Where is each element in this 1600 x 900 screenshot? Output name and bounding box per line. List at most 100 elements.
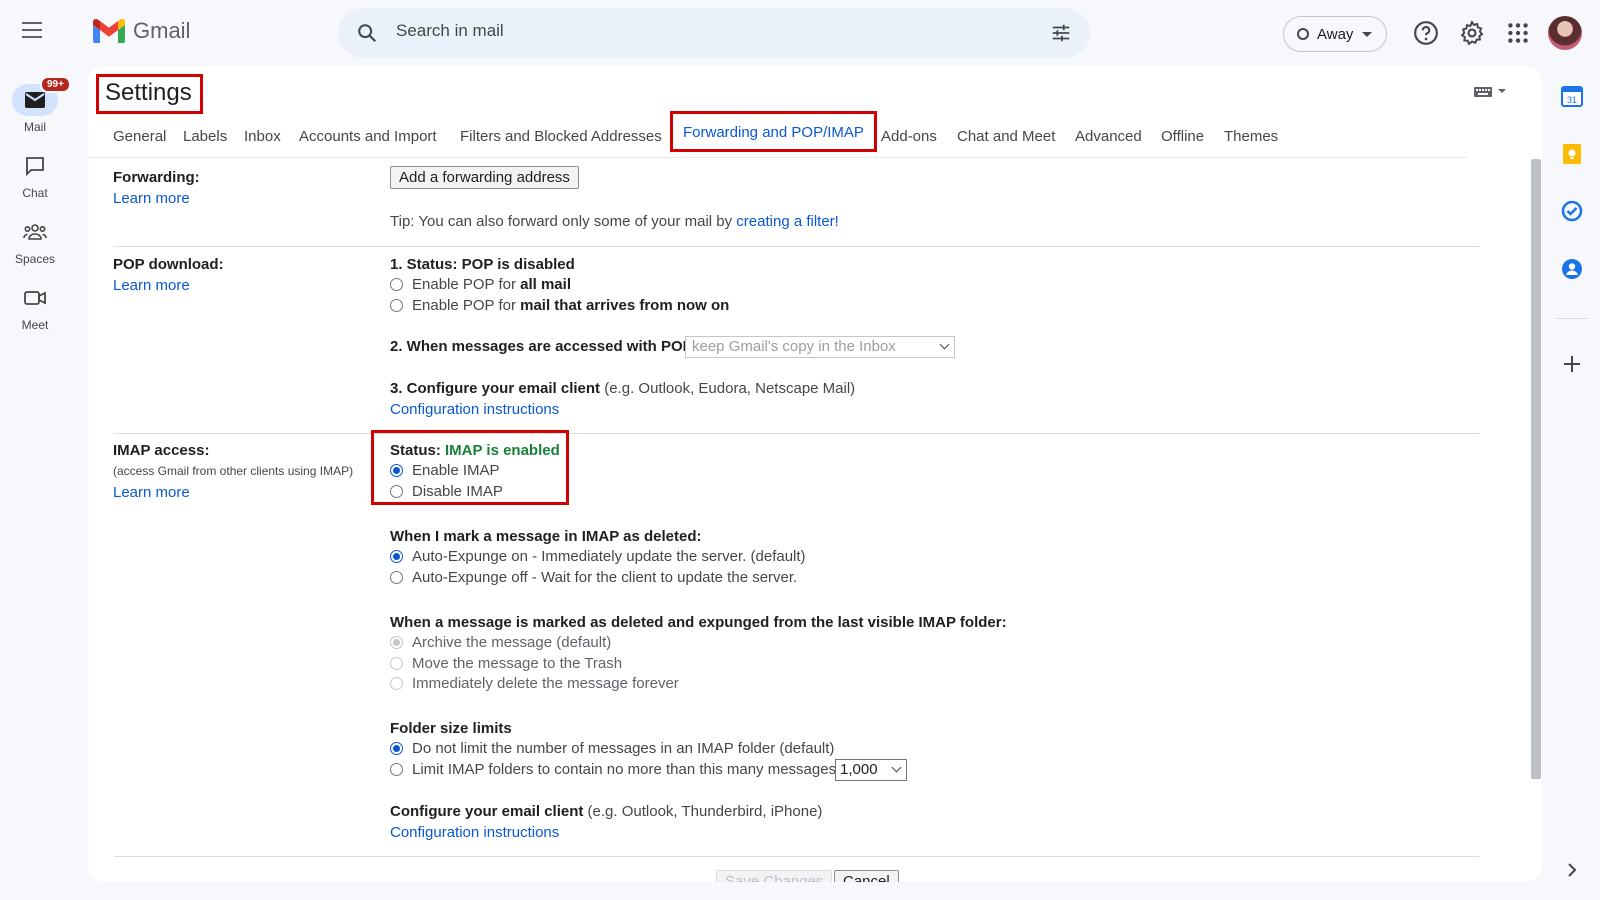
imap-configure-text: Configure your email client <box>390 803 584 820</box>
top-bar: Gmail Away <box>0 0 1600 66</box>
search-input[interactable] <box>396 21 996 41</box>
imap-label: IMAP access: <box>113 442 210 459</box>
tab-add-ons[interactable]: Add-ons <box>881 128 937 145</box>
contacts-icon[interactable] <box>1561 258 1583 280</box>
auto-expunge-off-option[interactable]: Auto-Expunge off - Wait for the client t… <box>390 569 797 586</box>
chevron-down-icon <box>891 762 902 773</box>
tab-chat-meet[interactable]: Chat and Meet <box>957 128 1055 145</box>
auto-expunge-off-label: Auto-Expunge off - Wait for the client t… <box>412 569 798 586</box>
tab-forwarding-pop-imap[interactable]: Forwarding and POP/IMAP <box>670 111 877 152</box>
radio-button-disabled <box>390 677 403 690</box>
radio-button-checked[interactable] <box>390 742 403 755</box>
settings-tabs: General Labels Inbox Accounts and Import… <box>88 111 1468 158</box>
keep-icon[interactable] <box>1561 143 1583 165</box>
search-icon[interactable] <box>356 22 378 44</box>
pop-now-bold: mail that arrives from now on <box>520 297 730 314</box>
page-title: Settings <box>96 74 203 114</box>
pop-learn-more-link[interactable]: Learn more <box>113 277 190 294</box>
pop-all-prefix: Enable POP for <box>412 276 516 293</box>
folder-size-heading: Folder size limits <box>390 720 512 737</box>
save-changes-button[interactable]: Save Changes <box>716 870 833 882</box>
radio-button[interactable] <box>390 485 403 498</box>
pop-label: POP download: <box>113 256 224 273</box>
radio-button[interactable] <box>390 571 403 584</box>
add-forwarding-address-button[interactable]: Add a forwarding address <box>390 166 579 189</box>
creating-filter-link[interactable]: creating a filter! <box>736 213 839 230</box>
rail-item-meet[interactable]: Meet <box>0 282 70 332</box>
imap-learn-more-link[interactable]: Learn more <box>113 484 190 501</box>
main-menu-icon[interactable] <box>22 22 46 42</box>
search-bar[interactable] <box>338 8 1090 58</box>
pop-all-bold: all mail <box>520 276 571 293</box>
tab-filters[interactable]: Filters and Blocked Addresses <box>460 128 662 145</box>
imap-configure-examples: (e.g. Outlook, Thunderbird, iPhone) <box>587 803 823 820</box>
archive-label: Archive the message (default) <box>412 634 612 651</box>
status-label: Away <box>1317 25 1354 43</box>
imap-config-instructions-link[interactable]: Configuration instructions <box>390 824 559 841</box>
tab-accounts-import[interactable]: Accounts and Import <box>299 128 437 145</box>
status-selector[interactable]: Away <box>1283 16 1387 52</box>
pop-configure-examples: (e.g. Outlook, Eudora, Netscape Mail) <box>604 380 856 397</box>
imap-status-value: IMAP is enabled <box>445 442 560 459</box>
radio-button-checked[interactable] <box>390 464 403 477</box>
radio-button-disabled <box>390 636 403 649</box>
imap-sub-label: (access Gmail from other clients using I… <box>113 464 354 478</box>
tab-advanced[interactable]: Advanced <box>1075 128 1142 145</box>
tip-text: Tip: You can also forward only some of y… <box>390 213 733 230</box>
rail-item-mail[interactable]: 99+ Mail <box>0 76 71 134</box>
avatar[interactable] <box>1548 16 1582 50</box>
settings-panel: Settings General Labels Inbox Accounts a… <box>88 66 1542 882</box>
limit-option[interactable]: Limit IMAP folders to contain no more th… <box>390 761 836 778</box>
apps-grid-icon[interactable] <box>1505 20 1531 46</box>
disable-imap-option[interactable]: Disable IMAP <box>390 483 503 500</box>
pop-configure-label: 3. Configure your email client (e.g. Out… <box>390 380 855 397</box>
video-camera-icon <box>24 291 46 305</box>
forwarding-learn-more-link[interactable]: Learn more <box>113 190 190 207</box>
limit-select[interactable]: 1,000 <box>835 759 907 781</box>
unread-badge: 99+ <box>40 76 71 93</box>
rail-item-chat[interactable]: Chat <box>0 150 70 200</box>
tab-labels[interactable]: Labels <box>183 128 227 145</box>
tab-inbox[interactable]: Inbox <box>244 128 281 145</box>
radio-button[interactable] <box>390 763 403 776</box>
tasks-icon[interactable] <box>1561 200 1583 222</box>
chat-icon <box>26 157 44 176</box>
app-name: Gmail <box>133 18 191 43</box>
rail-item-spaces[interactable]: Spaces <box>0 216 70 266</box>
chevron-down-icon <box>939 339 950 350</box>
add-icon[interactable] <box>1561 353 1583 375</box>
pop-access-value: keep Gmail's copy in the Inbox <box>692 338 896 355</box>
section-divider <box>114 856 1479 857</box>
tab-offline[interactable]: Offline <box>1161 128 1204 145</box>
chevron-right-icon[interactable] <box>1564 862 1580 878</box>
gmail-logo[interactable]: Gmail <box>93 18 190 44</box>
tab-themes[interactable]: Themes <box>1224 128 1278 145</box>
radio-button[interactable] <box>390 278 403 291</box>
imap-status: Status: IMAP is enabled <box>390 442 560 459</box>
pop-status: 1. Status: POP is disabled <box>390 256 575 273</box>
trash-label: Move the message to the Trash <box>412 655 623 672</box>
radio-button-checked[interactable] <box>390 550 403 563</box>
imap-deleted-heading: When I mark a message in IMAP as deleted… <box>390 528 702 545</box>
cancel-button[interactable]: Cancel <box>834 870 899 882</box>
calendar-icon[interactable]: 31 <box>1561 85 1583 107</box>
section-divider <box>114 246 1479 247</box>
imap-status-prefix: Status: <box>390 442 441 459</box>
pop-enable-now-option[interactable]: Enable POP for mail that arrives from no… <box>390 297 729 314</box>
no-limit-option[interactable]: Do not limit the number of messages in a… <box>390 740 834 757</box>
scrollbar[interactable] <box>1531 159 1541 779</box>
pop-now-prefix: Enable POP for <box>412 297 516 314</box>
pop-config-instructions-link[interactable]: Configuration instructions <box>390 401 559 418</box>
keyboard-icon[interactable] <box>1474 84 1508 98</box>
radio-button[interactable] <box>390 299 403 312</box>
rail-label-chat: Chat <box>22 186 48 200</box>
pop-enable-all-option[interactable]: Enable POP for all mail <box>390 276 571 293</box>
help-icon[interactable] <box>1413 20 1439 46</box>
auto-expunge-on-option[interactable]: Auto-Expunge on - Immediately update the… <box>390 548 806 565</box>
enable-imap-option[interactable]: Enable IMAP <box>390 462 500 479</box>
section-divider <box>114 433 1479 434</box>
tab-general[interactable]: General <box>113 128 166 145</box>
search-options-icon[interactable] <box>1050 22 1072 44</box>
gear-icon[interactable] <box>1459 20 1485 46</box>
radio-button-disabled <box>390 657 403 670</box>
